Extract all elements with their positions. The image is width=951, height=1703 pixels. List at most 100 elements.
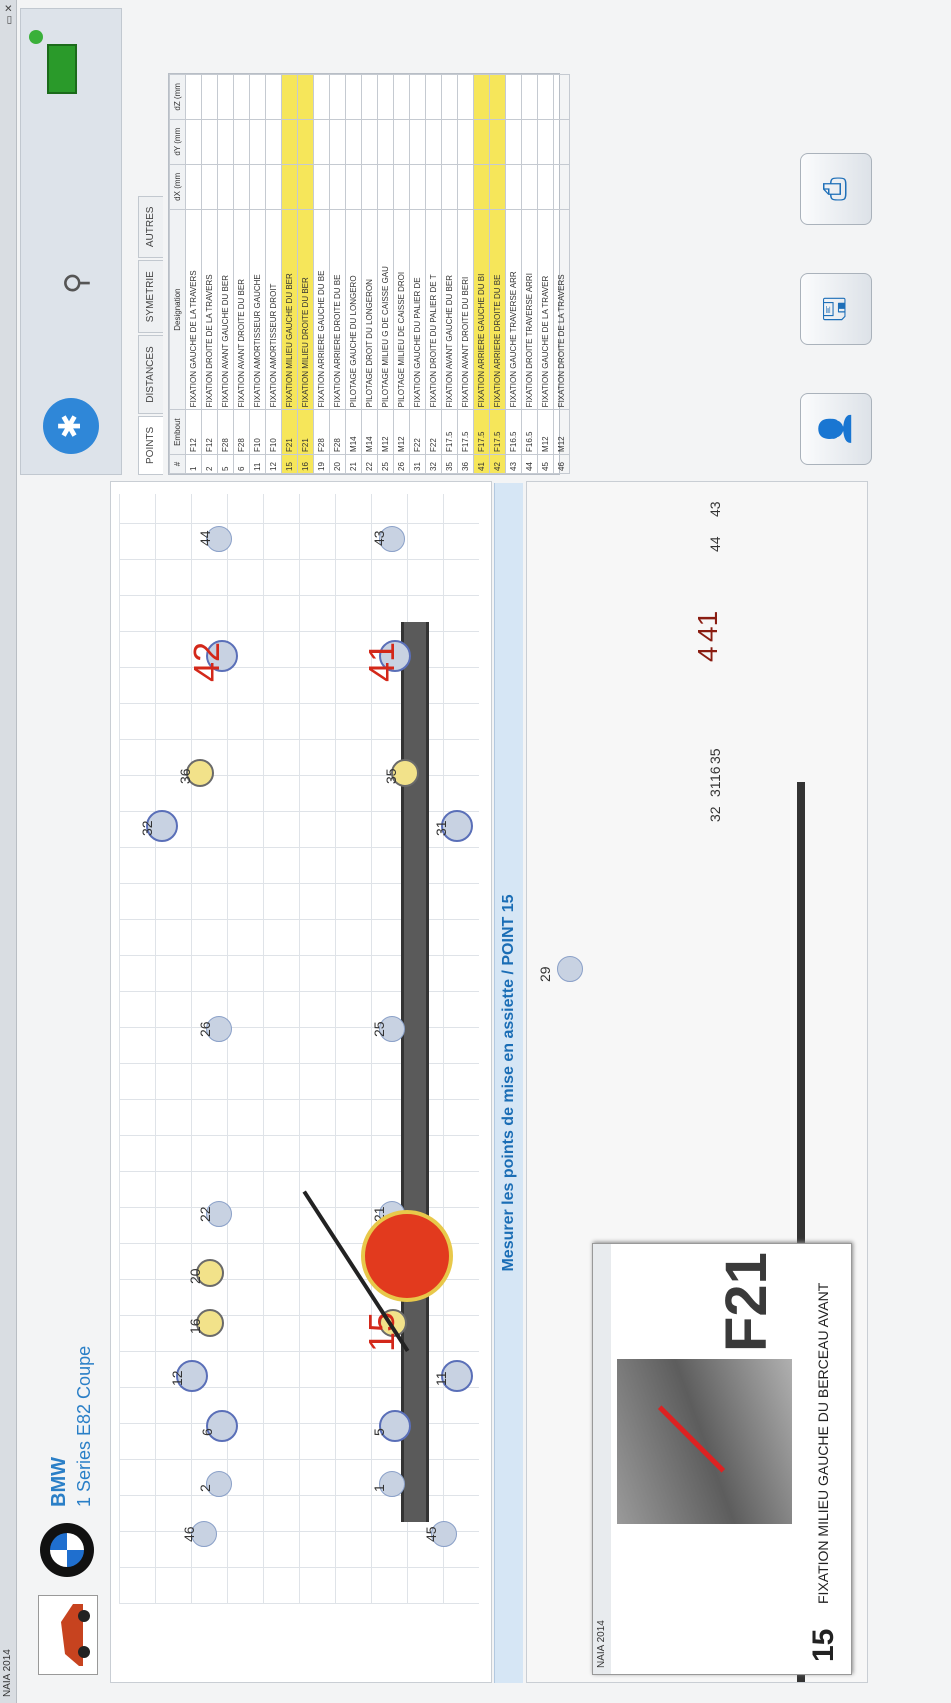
- point-label: 11: [433, 1371, 449, 1386]
- table-row[interactable]: 31 F22 FIXATION GAUCHE DU PALIER DE: [409, 74, 426, 474]
- table-row[interactable]: 45 M12 FIXATION GAUCHE DE LA TRAVER: [537, 74, 554, 474]
- point-label: 36: [177, 768, 193, 784]
- table-cell: 5: [217, 454, 234, 474]
- table-row[interactable]: 1 F12 FIXATION GAUCHE DE LA TRAVERS: [185, 74, 202, 474]
- table-cell: [377, 119, 394, 165]
- bluetooth-icon[interactable]: ✱: [43, 398, 99, 454]
- table-cell: [233, 74, 250, 120]
- points-table[interactable]: # Embout Designation dX (mm dY (mm dZ (mm 1 F1…: [168, 73, 570, 475]
- instruction-status: Mesurer les points de mise en assiette /…: [494, 483, 523, 1683]
- table-row[interactable]: 5 F28 FIXATION AVANT GAUCHE DU BER: [217, 74, 234, 474]
- table-cell: [537, 74, 554, 120]
- point-29[interactable]: [557, 956, 583, 982]
- tab-points[interactable]: POINTS: [138, 415, 163, 475]
- point-number: 15: [807, 1628, 840, 1662]
- measuring-bench-beam: [401, 622, 429, 1522]
- table-row[interactable]: 20 F28 FIXATION ARRIERE DROITE DU BE: [329, 74, 346, 474]
- table-cell: FIXATION GAUCHE DU PALIER DE: [409, 209, 426, 410]
- table-row[interactable]: 21 M14 PILOTAGE GAUCHE DU LONGERO: [345, 74, 362, 474]
- table-row[interactable]: 26 M12 PILOTAGE MILIEU DE CAISSE DROI: [393, 74, 410, 474]
- table-cell: [441, 119, 458, 165]
- table-cell: FIXATION DROITE DE LA TRAVERS: [553, 209, 570, 410]
- save-button[interactable]: 🖫: [800, 273, 872, 345]
- table-cell: FIXATION AMORTISSEUR GAUCHE: [249, 209, 266, 410]
- column-header[interactable]: #: [169, 454, 186, 474]
- column-header[interactable]: dZ (mm: [169, 74, 186, 120]
- table-row[interactable]: 44 F16.5 FIXATION DROITE TRAVERSE ARRI: [521, 74, 538, 474]
- point-label: 20: [187, 1268, 203, 1284]
- table-cell: [233, 164, 250, 210]
- table-cell: 32: [425, 454, 442, 474]
- table-cell: [345, 119, 362, 165]
- table-cell: FIXATION ARRIERE GAUCHE DU BE: [313, 209, 330, 410]
- table-cell: [457, 74, 474, 120]
- table-row[interactable]: 12 F10 FIXATION AMORTISSEUR DROIT: [265, 74, 282, 474]
- point-detail-popup[interactable]: NAIA 2014 F21 15 FIXATION MILIEU GAUCHE …: [592, 1243, 852, 1675]
- table-cell: 22: [361, 454, 378, 474]
- table-row[interactable]: 42 F17.5 FIXATION ARRIERE DROITE DU BE: [489, 74, 506, 474]
- table-cell: F21: [297, 409, 314, 455]
- table-row[interactable]: 32 F22 FIXATION DROITE DU PALIER DE T: [425, 74, 442, 474]
- battery-icon: [47, 44, 77, 94]
- table-row[interactable]: 16 F21 FIXATION MILIEU DROITE DU BER: [297, 74, 314, 474]
- point-label: 25: [371, 1021, 387, 1037]
- measuring-probe-icon[interactable]: [361, 1210, 453, 1302]
- point-5[interactable]: [379, 1410, 411, 1442]
- table-cell: [537, 164, 554, 210]
- column-header[interactable]: dY (mm: [169, 119, 186, 165]
- table-cell: [281, 164, 298, 210]
- table-cell: FIXATION AVANT DROITE DU BER: [233, 209, 250, 410]
- window-controls[interactable]: ▭ ✕: [2, 4, 18, 25]
- table-cell: [217, 119, 234, 165]
- table-cell: PILOTAGE GAUCHE DU LONGERO: [345, 209, 362, 410]
- column-header[interactable]: dX (mm: [169, 164, 186, 210]
- table-row[interactable]: 35 F17.5 FIXATION AVANT GAUCHE DU BER: [441, 74, 458, 474]
- column-header[interactable]: Designation: [169, 209, 186, 410]
- point-label: 32: [707, 806, 723, 822]
- table-cell: 2: [201, 454, 218, 474]
- print-button[interactable]: ⎙: [800, 153, 872, 225]
- point-label: 32: [139, 820, 155, 836]
- user-button[interactable]: 👤: [800, 393, 872, 465]
- status-led-icon: [29, 30, 43, 44]
- tab-symetrie[interactable]: SYMETRIE: [138, 260, 163, 334]
- table-cell: [185, 164, 202, 210]
- probe-key-icon: ⚲: [60, 272, 93, 294]
- tab-autres[interactable]: AUTRES: [138, 195, 163, 259]
- table-cell: [281, 119, 298, 165]
- table-cell: [249, 74, 266, 120]
- tab-distances[interactable]: DISTANCES: [138, 335, 163, 414]
- table-cell: FIXATION ARRIERE GAUCHE DU BI: [473, 209, 490, 410]
- table-cell: F16.5: [505, 409, 522, 455]
- plan-view[interactable]: 46 2 1 45 6 5 12 11 16 15 20 22 21 26 25…: [110, 481, 492, 1683]
- table-row[interactable]: 36 F17.5 FIXATION AVANT DROITE DU BERI: [457, 74, 474, 474]
- table-cell: [233, 119, 250, 165]
- table-row[interactable]: 25 M12 PILOTAGE MILIEU G DE CAISSE GAU: [377, 74, 394, 474]
- table-row[interactable]: 11 F10 FIXATION AMORTISSEUR GAUCHE: [249, 74, 266, 474]
- point-label: 29: [537, 966, 553, 982]
- table-row[interactable]: 15 F21 FIXATION MILIEU GAUCHE DU BER: [281, 74, 298, 474]
- point-6[interactable]: [206, 1410, 238, 1442]
- table-cell: F16.5: [521, 409, 538, 455]
- point-label: 35: [383, 768, 399, 784]
- table-cell: M14: [361, 409, 378, 455]
- table-row[interactable]: 46 M12 FIXATION DROITE DE LA TRAVERS: [553, 74, 570, 474]
- table-cell: [537, 119, 554, 165]
- vehicle-thumbnail[interactable]: [38, 1595, 98, 1675]
- table-cell: FIXATION AMORTISSEUR DROIT: [265, 209, 282, 410]
- table-cell: M14: [345, 409, 362, 455]
- point-label: 16: [187, 1318, 203, 1334]
- table-row[interactable]: 6 F28 FIXATION AVANT DROITE DU BER: [233, 74, 250, 474]
- table-cell: 46: [553, 454, 570, 474]
- table-cell: 35: [441, 454, 458, 474]
- table-row[interactable]: 2 F12 FIXATION DROITE DE LA TRAVERS: [201, 74, 218, 474]
- table-row[interactable]: 43 F16.5 FIXATION GAUCHE TRAVERSE ARR: [505, 74, 522, 474]
- table-cell: [425, 164, 442, 210]
- point-label: 44: [197, 530, 213, 546]
- table-cell: 6: [233, 454, 250, 474]
- table-cell: [265, 74, 282, 120]
- column-header[interactable]: Embout: [169, 409, 186, 455]
- table-row[interactable]: 41 F17.5 FIXATION ARRIERE GAUCHE DU BI: [473, 74, 490, 474]
- table-row[interactable]: 19 F28 FIXATION ARRIERE GAUCHE DU BE: [313, 74, 330, 474]
- table-row[interactable]: 22 M14 PILOTAGE DROIT DU LONGERON: [361, 74, 378, 474]
